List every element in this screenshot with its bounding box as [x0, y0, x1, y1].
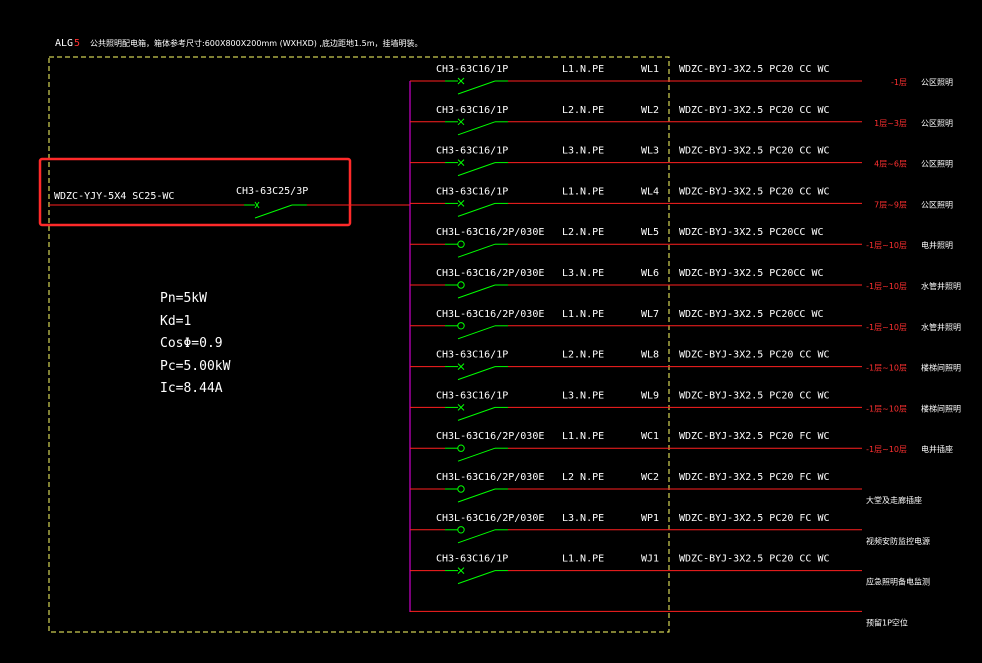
load-name-label: 水管井照明	[921, 322, 961, 332]
load-range-label: -1层~10层	[866, 282, 907, 291]
enclosure-outline	[48, 56, 670, 633]
panel-code: ALG	[55, 38, 73, 49]
circuit-breaker-label: CH3-63C16/1P	[436, 186, 508, 197]
circuit-breaker-label: CH3-63C16/1P	[436, 554, 508, 565]
incoming-breaker-label: CH3-63C25/3P	[236, 186, 308, 197]
load-name-label: 大堂及走廊插座	[866, 495, 922, 505]
load-range-label: 4层~6层	[874, 160, 907, 169]
load-name-label: 电井照明	[921, 240, 953, 250]
load-range-label: -1层~10层	[866, 404, 907, 413]
circuit-phase-label: L1.N.PE	[562, 186, 604, 197]
circuit-phase-label: L3.N.PE	[562, 513, 604, 524]
circuit-breaker-label: CH3-63C16/1P	[436, 64, 508, 75]
load-name-label: 公区照明	[921, 160, 953, 169]
load-name-label: 楼梯间照明	[921, 363, 961, 373]
load-name-label: 公区照明	[921, 119, 953, 128]
circuit-cable-label: WDZC-BYJ-3X2.5 PC20 FC WC	[679, 513, 830, 524]
circuit-cable-label: WDZC-BYJ-3X2.5 PC20 CC WC	[679, 64, 830, 75]
circuit-id-label: WL6	[641, 268, 659, 279]
circuit-id-label: WL1	[641, 64, 659, 75]
circuit-breaker-label: CH3-63C16/1P	[436, 350, 508, 361]
param-pc: Pc=5.00kW	[160, 359, 231, 374]
circuit-cable-label: WDZC-BYJ-3X2.5 PC20 FC WC	[679, 472, 830, 483]
param-pn: Pn=5kW	[160, 291, 207, 306]
circuit-cable-label: WDZC-BYJ-3X2.5 PC20CC WC	[679, 309, 824, 320]
load-range-label: -1层~10层	[866, 445, 907, 454]
circuit-phase-label: L1.N.PE	[562, 309, 604, 320]
circuit-phase-label: L1.N.PE	[562, 554, 604, 565]
circuit-id-label: WP1	[641, 513, 659, 524]
circuit-cable-label: WDZC-BYJ-3X2.5 PC20 CC WC	[679, 350, 830, 361]
load-range-label: -1层~10层	[866, 241, 907, 250]
load-name-label: 公区照明	[921, 78, 953, 87]
load-range-label: -1层~10层	[866, 364, 907, 373]
incoming-cable-label: WDZC-YJY-5X4 SC25-WC	[54, 191, 174, 202]
circuit-breaker-label: CH3L-63C16/2P/030E	[436, 309, 544, 320]
param-ic: Ic=8.44A	[160, 381, 223, 396]
circuit-list: CH3-63C16/1P L1.N.PE WL1 WDZC-BYJ-3X2.5 PC2…	[410, 64, 961, 627]
circuit-rcd-symbol	[457, 240, 465, 248]
circuit-breaker-label: CH3L-63C16/2P/030E	[436, 268, 544, 279]
circuit-phase-label: L2.N.PE	[562, 350, 604, 361]
load-range-label: 7层~9层	[874, 200, 907, 209]
circuit-breaker-label: CH3L-63C16/2P/030E	[436, 472, 544, 483]
circuit-breaker-label: CH3-63C16/1P	[436, 146, 508, 157]
circuit-cable-label: WDZC-BYJ-3X2.5 PC20 FC WC	[679, 431, 830, 442]
load-range-label: -1层	[891, 78, 907, 87]
circuit-cable-label: WDZC-BYJ-3X2.5 PC20 CC WC	[679, 390, 830, 401]
circuit-breaker-label: CH3-63C16/1P	[436, 105, 508, 116]
load-name-label: 应急照明备电监测	[866, 577, 930, 587]
circuit-id-label: WL8	[641, 350, 659, 361]
param-kd: Kd=1	[160, 314, 191, 329]
param-cosphi: CosΦ=0.9	[160, 336, 223, 351]
circuit-phase-label: L2.N.PE	[562, 105, 604, 116]
load-name-label: 楼梯间照明	[921, 403, 961, 413]
load-name-label: 预留1P空位	[866, 617, 908, 627]
load-range-label: -1层~10层	[866, 323, 907, 332]
circuit-cable-label: WDZC-BYJ-3X2.5 PC20CC WC	[679, 227, 824, 238]
circuit-rcd-symbol	[457, 485, 465, 493]
circuit-id-label: WC2	[641, 472, 659, 483]
circuit-id-label: WL3	[641, 146, 659, 157]
circuit-phase-label: L3.N.PE	[562, 268, 604, 279]
circuit-cable-label: WDZC-BYJ-3X2.5 PC20CC WC	[679, 268, 824, 279]
circuit-phase-label: L1.N.PE	[562, 431, 604, 442]
circuit-phase-label: L1.N.PE	[562, 64, 604, 75]
circuit-id-label: WL4	[641, 186, 659, 197]
circuit-cable-label: WDZC-BYJ-3X2.5 PC20 CC WC	[679, 554, 830, 565]
load-name-label: 视频安防监控电源	[866, 536, 930, 546]
circuit-id-label: WC1	[641, 431, 659, 442]
distribution-diagram: ALG 5 公共照明配电箱，箱体参考尺寸:600X800X200mm (WXHX…	[38, 38, 961, 633]
circuit-phase-label: L3.N.PE	[562, 146, 604, 157]
circuit-phase-label: L3.N.PE	[562, 390, 604, 401]
circuit-id-label: WL2	[641, 105, 659, 116]
circuit-breaker-label: CH3L-63C16/2P/030E	[436, 513, 544, 524]
load-range-label: 1层~3层	[874, 119, 907, 128]
circuit-id-label: WL7	[641, 309, 659, 320]
circuit-rcd-symbol	[457, 281, 465, 289]
circuit-phase-label: L2.N.PE	[562, 227, 604, 238]
circuit-cable-label: WDZC-BYJ-3X2.5 PC20 CC WC	[679, 186, 830, 197]
load-name-label: 电井插座	[921, 444, 953, 454]
incoming-breaker-blade	[254, 204, 293, 219]
circuit-id-label: WJ1	[641, 554, 659, 565]
circuit-cable-label: WDZC-BYJ-3X2.5 PC20 CC WC	[679, 146, 830, 157]
load-name-label: 公区照明	[921, 200, 953, 209]
circuit-rcd-symbol	[457, 322, 465, 330]
panel-code-suffix: 5	[74, 38, 80, 49]
circuit-id-label: WL5	[641, 227, 659, 238]
circuit-phase-label: L2 N.PE	[562, 472, 604, 483]
circuit-breaker-label: CH3L-63C16/2P/030E	[436, 431, 544, 442]
load-name-label: 水管井照明	[921, 281, 961, 291]
panel-description: 公共照明配电箱，箱体参考尺寸:600X800X200mm (WXHXD) ,底边…	[90, 38, 422, 48]
circuit-breaker-label: CH3-63C16/1P	[436, 390, 508, 401]
circuit-rcd-symbol	[457, 526, 465, 534]
circuit-rcd-symbol	[457, 444, 465, 452]
circuit-breaker-label: CH3L-63C16/2P/030E	[436, 227, 544, 238]
circuit-id-label: WL9	[641, 390, 659, 401]
circuit-cable-label: WDZC-BYJ-3X2.5 PC20 CC WC	[679, 105, 830, 116]
